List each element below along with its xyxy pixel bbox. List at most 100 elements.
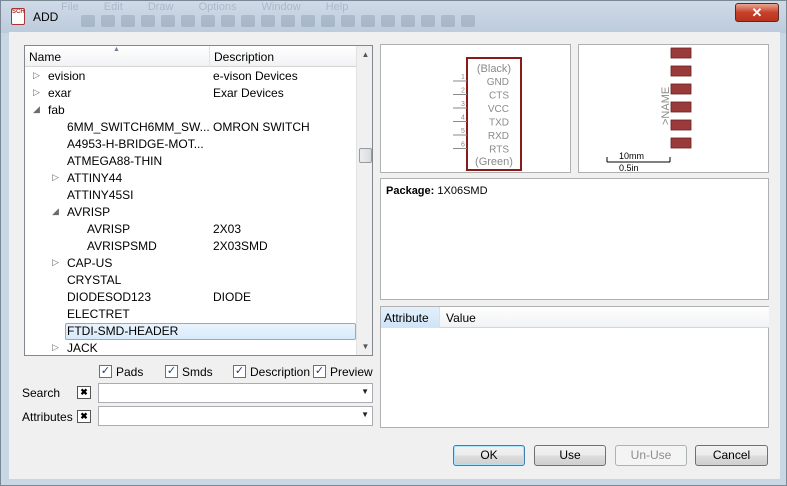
package-drawing: >NAME 10mm 0.5in xyxy=(606,47,692,173)
expand-icon[interactable]: ▷ xyxy=(52,257,59,268)
library-tree[interactable]: Name ▲ Description ▷ evision e-vison Devic… xyxy=(24,45,373,356)
symbol-pin-number: 3 xyxy=(461,101,465,108)
tree-row-name: AVRISPSMD xyxy=(87,239,157,253)
package-pads xyxy=(670,47,692,149)
ok-button[interactable]: OK xyxy=(453,445,525,466)
tree-row-name: A4953-H-BRIDGE-MOT... xyxy=(67,137,204,151)
collapse-icon[interactable]: ◢ xyxy=(33,104,40,115)
attributes-dropdown-icon[interactable]: ▼ xyxy=(361,410,369,419)
expand-icon[interactable]: ▷ xyxy=(52,172,59,183)
tree-row-description: 2X03 xyxy=(213,222,242,236)
tree-scrollbar[interactable]: ▲ ▼ xyxy=(356,46,372,355)
tree-row-name: ATMEGA88-THIN xyxy=(67,154,163,168)
tree-row-description: e-vison Devices xyxy=(213,69,298,83)
symbol-pin-number: 2 xyxy=(461,88,465,95)
column-name-label: Name xyxy=(29,50,62,64)
tree-row[interactable]: A4953-H-BRIDGE-MOT... xyxy=(25,136,356,153)
attributes-input[interactable] xyxy=(99,407,349,425)
symbol-drawing: (Black) (Green) 1 GND 2 CTS 3 VCC 4 TXD 5 RXD 6 RTS xyxy=(453,57,522,171)
column-header-description[interactable]: Description xyxy=(210,46,356,67)
attributes-combobox[interactable]: ▼ xyxy=(98,406,373,426)
search-combobox[interactable]: ▼ xyxy=(98,383,373,403)
tree-row-description: OMRON SWITCH xyxy=(213,120,310,134)
tree-row-name: FTDI-SMD-HEADER xyxy=(67,324,179,338)
bg-menu-help: Help xyxy=(325,1,349,13)
preview-label: Preview xyxy=(330,365,373,379)
symbol-pin-label: VCC xyxy=(488,104,509,115)
tree-row-name: exar xyxy=(48,86,72,100)
tree-row[interactable]: FTDI-SMD-HEADER xyxy=(25,323,356,340)
bg-menu-draw: Draw xyxy=(147,1,174,13)
smd-pad xyxy=(670,47,692,59)
column-header-name[interactable]: Name ▲ xyxy=(25,46,210,67)
use-button[interactable]: Use xyxy=(534,445,606,466)
column-header-attribute[interactable]: Attribute xyxy=(381,307,440,328)
smd-pad xyxy=(670,101,692,113)
package-preview: >NAME 10mm 0.5in xyxy=(578,44,769,173)
clear-attributes-icon[interactable]: ✖ xyxy=(77,410,91,423)
tree-row[interactable]: ATMEGA88-THIN xyxy=(25,153,356,170)
tree-row-name: 6MM_SWITCH6MM_SW... xyxy=(67,120,210,134)
tree-row[interactable]: ▷ exar Exar Devices xyxy=(25,85,356,102)
expand-icon[interactable]: ▷ xyxy=(52,342,59,353)
tree-row-name: CAP-US xyxy=(67,256,113,270)
scroll-thumb[interactable] xyxy=(359,148,372,163)
attribute-table-header: Attribute Value xyxy=(381,307,769,328)
tree-row-description: 2X03SMD xyxy=(213,239,268,253)
background-toolbar xyxy=(81,15,501,31)
tree-row[interactable]: DIODESOD123 DIODE xyxy=(25,289,356,306)
symbol-pin-label: TXD xyxy=(489,118,509,129)
tree-row[interactable]: ▷ evision e-vison Devices xyxy=(25,68,356,85)
clear-search-icon[interactable]: ✖ xyxy=(77,386,91,399)
tree-row-name: DIODESOD123 xyxy=(67,290,152,304)
tree-row-name: CRYSTAL xyxy=(67,273,122,287)
unuse-button[interactable]: Un-Use xyxy=(615,445,687,466)
scroll-up-icon[interactable]: ▲ xyxy=(357,46,372,63)
tree-row-name: JACK xyxy=(67,341,98,355)
bg-menu-options: Options xyxy=(198,1,237,13)
tree-row[interactable]: ▷ ATTINY44 xyxy=(25,170,356,187)
collapse-icon[interactable]: ◢ xyxy=(52,206,59,217)
tree-row[interactable]: 6MM_SWITCH6MM_SW... OMRON SWITCH xyxy=(25,119,356,136)
tree-row[interactable]: ◢ AVRISP xyxy=(25,204,356,221)
description-check-icon[interactable]: ✓ xyxy=(233,365,246,378)
tree-row[interactable]: CRYSTAL xyxy=(25,272,356,289)
search-input[interactable] xyxy=(99,384,349,402)
pads-check-icon[interactable]: ✓ xyxy=(99,365,112,378)
column-description-label: Description xyxy=(214,50,275,64)
close-button[interactable]: ✕ xyxy=(735,3,779,22)
expand-icon[interactable]: ▷ xyxy=(33,87,40,98)
attribute-table[interactable]: Attribute Value xyxy=(380,306,769,428)
smds-check-icon[interactable]: ✓ xyxy=(165,365,178,378)
bg-menu-edit: Edit xyxy=(103,1,123,13)
symbol-pin-number: 4 xyxy=(461,115,465,122)
tree-row[interactable]: ▷ JACK xyxy=(25,340,356,355)
symbol-bottom-label: (Green) xyxy=(475,156,513,168)
symbol-pin-label: CTS xyxy=(489,91,509,102)
tree-row[interactable]: ATTINY45SI xyxy=(25,187,356,204)
scale-imperial-label: 0.5in xyxy=(619,163,639,172)
app-icon: SCH xyxy=(11,8,25,25)
title-bar[interactable]: File Edit Draw Options Window Help SCH A… xyxy=(1,1,786,33)
tree-row-name: ELECTRET xyxy=(67,307,130,321)
preview-check-icon[interactable]: ✓ xyxy=(313,365,326,378)
cancel-button[interactable]: Cancel xyxy=(695,445,768,466)
attribute-column-label: Attribute xyxy=(384,311,429,325)
tree-row[interactable]: ELECTRET xyxy=(25,306,356,323)
add-dialog-window: File Edit Draw Options Window Help SCH A… xyxy=(0,0,787,486)
tree-row[interactable]: ◢ fab xyxy=(25,102,356,119)
tree-row[interactable]: AVRISP 2X03 xyxy=(25,221,356,238)
smd-pad xyxy=(670,137,692,149)
pads-label: Pads xyxy=(116,365,144,379)
symbol-pin-number: 1 xyxy=(461,74,465,81)
tree-row-name: fab xyxy=(48,103,65,117)
tree-row[interactable]: AVRISPSMD 2X03SMD xyxy=(25,238,356,255)
expand-icon[interactable]: ▷ xyxy=(33,70,40,81)
search-dropdown-icon[interactable]: ▼ xyxy=(361,387,369,396)
search-label: Search xyxy=(22,386,61,400)
bg-menu-window: Window xyxy=(261,1,301,13)
column-header-value[interactable]: Value xyxy=(441,307,481,328)
scroll-down-icon[interactable]: ▼ xyxy=(357,338,372,355)
tree-row-description: DIODE xyxy=(213,290,252,304)
tree-row[interactable]: ▷ CAP-US xyxy=(25,255,356,272)
